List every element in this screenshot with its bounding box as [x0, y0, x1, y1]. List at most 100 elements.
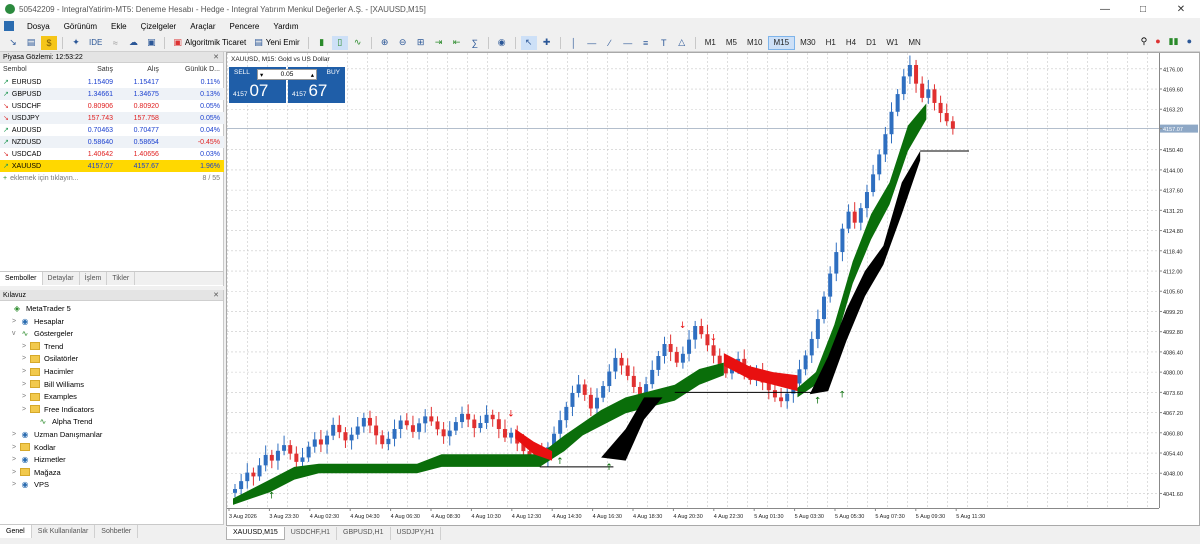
new-chart-icon[interactable]: ↘ [5, 36, 21, 50]
timeframe-d1[interactable]: D1 [861, 36, 881, 50]
chart-tab-gbpusd[interactable]: GBPUSD,H1 [337, 527, 391, 540]
zoom-out-icon[interactable]: ⊖ [395, 36, 411, 50]
cursor-icon[interactable]: ↖ [520, 35, 537, 50]
chart-tab-xauusd[interactable]: XAUUSD,M15 [226, 527, 285, 540]
chevron-right-icon[interactable]: > [12, 456, 20, 463]
close-panel-icon[interactable]: ✕ [213, 53, 223, 61]
chevron-right-icon[interactable]: > [12, 431, 20, 438]
horizontal-line-icon[interactable]: — [584, 36, 600, 50]
market-watch-row[interactable]: ↗ EURUSD 1.15409 1.15417 0.11% [0, 76, 224, 88]
community-icon[interactable]: ● [1187, 36, 1192, 47]
timeframe-m15[interactable]: M15 [767, 35, 796, 50]
menu-gorunum[interactable]: Görünüm [57, 22, 104, 31]
navigator-item[interactable]: > Bill Williams [22, 380, 84, 389]
indicators-add-icon[interactable]: ∑ [467, 36, 483, 50]
crosshair-icon[interactable]: ✚ [539, 36, 555, 50]
navigator-item[interactable]: > Mağaza [12, 468, 61, 477]
line-chart-icon[interactable]: ∿ [350, 36, 366, 50]
chevron-right-icon[interactable]: > [12, 318, 20, 325]
add-symbol-row[interactable]: + eklemek için tıklayın... 8 / 55 [0, 172, 224, 184]
navigator-item[interactable]: > Hacimler [22, 367, 74, 376]
market-icon[interactable]: ▣ [143, 36, 159, 50]
tab-chats[interactable]: Sohbetler [95, 525, 139, 538]
timeframe-mn[interactable]: MN [903, 36, 925, 50]
chevron-down-icon[interactable]: v [12, 330, 20, 337]
column-bid[interactable]: Satış [71, 63, 117, 76]
chevron-right-icon[interactable]: > [22, 406, 30, 413]
timeframe-m30[interactable]: M30 [795, 36, 821, 50]
fibonacci-icon[interactable]: ≡ [638, 36, 654, 50]
screenshot-icon[interactable]: ◉ [494, 36, 510, 50]
close-icon[interactable]: ✕ [1162, 0, 1200, 18]
navigator-item[interactable]: > ◉ Uzman Danışmanlar [12, 430, 102, 439]
tab-details[interactable]: Detaylar [43, 272, 80, 285]
signal-icon[interactable]: ≈ [107, 36, 123, 50]
navigator-item[interactable]: ◈ MetaTrader 5 [4, 304, 71, 313]
candlestick-icon[interactable]: ▯ [331, 35, 348, 50]
close-panel-icon[interactable]: ✕ [213, 291, 223, 299]
navigator-item[interactable]: v ∿ Göstergeler [12, 329, 73, 338]
notifications-icon[interactable]: ● [1155, 36, 1160, 47]
minimize-icon[interactable]: — [1086, 0, 1124, 18]
menu-dosya[interactable]: Dosya [20, 22, 57, 31]
column-symbol[interactable]: Sembol [0, 63, 71, 76]
tab-favorites[interactable]: Sık Kullanılanlar [32, 525, 96, 538]
search-icon[interactable]: ⚲ [1141, 36, 1148, 47]
zoom-in-icon[interactable]: ⊕ [377, 36, 393, 50]
menu-cizelgeler[interactable]: Çizelgeler [134, 22, 184, 31]
price-chart[interactable]: 4176.00 4169.60 4163.20 4157.07 4150.40 4144.… [227, 53, 1199, 525]
timeframe-w1[interactable]: W1 [881, 36, 903, 50]
navigator-item[interactable]: > Osilatörler [22, 354, 78, 363]
volume-up-icon[interactable]: ▴ [311, 71, 314, 79]
tab-symbols[interactable]: Semboller [0, 272, 43, 285]
chevron-right-icon[interactable]: > [22, 368, 30, 375]
timeframe-m1[interactable]: M1 [700, 36, 721, 50]
chevron-right-icon[interactable]: > [12, 444, 20, 451]
timeframe-h4[interactable]: H4 [841, 36, 861, 50]
vertical-line-icon[interactable]: │ [566, 36, 582, 50]
market-watch-row[interactable]: ↗ GBPUSD 1.34661 1.34675 0.13% [0, 88, 224, 100]
menu-yardim[interactable]: Yardım [266, 22, 305, 31]
trendline-icon[interactable]: ∕ [602, 36, 618, 50]
navigator-item[interactable]: > ◉ Hizmetler [12, 455, 66, 464]
menu-araclar[interactable]: Araçlar [183, 22, 222, 31]
market-watch-row[interactable]: ↗ NZDUSD 0.58640 0.58654 -0.45% [0, 136, 224, 148]
algo-trading-button[interactable]: ▣ Algoritmik Ticaret [169, 36, 250, 50]
navigator-item[interactable]: > Trend [22, 342, 63, 351]
navigator-item[interactable]: > ◉ Hesaplar [12, 317, 64, 326]
chevron-right-icon[interactable]: > [12, 481, 20, 488]
timeframe-m10[interactable]: M10 [742, 36, 768, 50]
timeframe-h1[interactable]: H1 [821, 36, 841, 50]
new-order-button[interactable]: ▤ Yeni Emir [250, 36, 303, 50]
timeframe-m5[interactable]: M5 [721, 36, 742, 50]
ide-button[interactable]: IDE [85, 36, 106, 50]
chevron-right-icon[interactable]: > [22, 343, 30, 350]
chevron-right-icon[interactable]: > [22, 393, 30, 400]
autoscroll-icon[interactable]: ⇥ [431, 36, 447, 50]
chevron-right-icon[interactable]: > [22, 381, 30, 388]
market-watch-row[interactable]: ↗ AUDUSD 0.70463 0.70477 0.04% [0, 124, 224, 136]
channel-icon[interactable]: ― [620, 36, 636, 50]
cloud-icon[interactable]: ☁ [125, 36, 141, 50]
chart-shift-icon[interactable]: ⇤ [449, 36, 465, 50]
navigator-item[interactable]: > Free Indicators [22, 405, 94, 414]
market-watch-row[interactable]: ↘ USDJPY 157.743 157.758 0.05% [0, 112, 224, 124]
tile-icon[interactable]: ⊞ [413, 36, 429, 50]
volume-input[interactable]: ▾ 0.05 ▴ [257, 69, 317, 80]
chart-window[interactable]: 4176.00 4169.60 4163.20 4157.07 4150.40 4144.… [226, 52, 1200, 526]
chevron-right-icon[interactable]: > [22, 355, 30, 362]
maximize-icon[interactable]: □ [1124, 0, 1162, 18]
menu-ekle[interactable]: Ekle [104, 22, 134, 31]
text-icon[interactable]: T [656, 36, 672, 50]
navigator-item[interactable]: > Examples [22, 392, 77, 401]
tab-trading[interactable]: İşlem [80, 272, 108, 285]
navigator-item[interactable]: > ◉ VPS [12, 480, 49, 489]
tab-general[interactable]: Genel [0, 525, 32, 538]
chart-tab-usdjpy[interactable]: USDJPY,H1 [391, 527, 442, 540]
volume-down-icon[interactable]: ▾ [260, 71, 263, 79]
profiles-icon[interactable]: ▤ [23, 36, 39, 50]
chevron-right-icon[interactable]: > [12, 469, 20, 476]
navigator-item[interactable]: ∿ Alpha Trend [30, 417, 93, 426]
market-watch-row[interactable]: ↘ USDCAD 1.40642 1.40656 0.03% [0, 148, 224, 160]
market-watch-row[interactable]: ↗ XAUUSD 4157.07 4157.67 1.96% [0, 160, 224, 172]
